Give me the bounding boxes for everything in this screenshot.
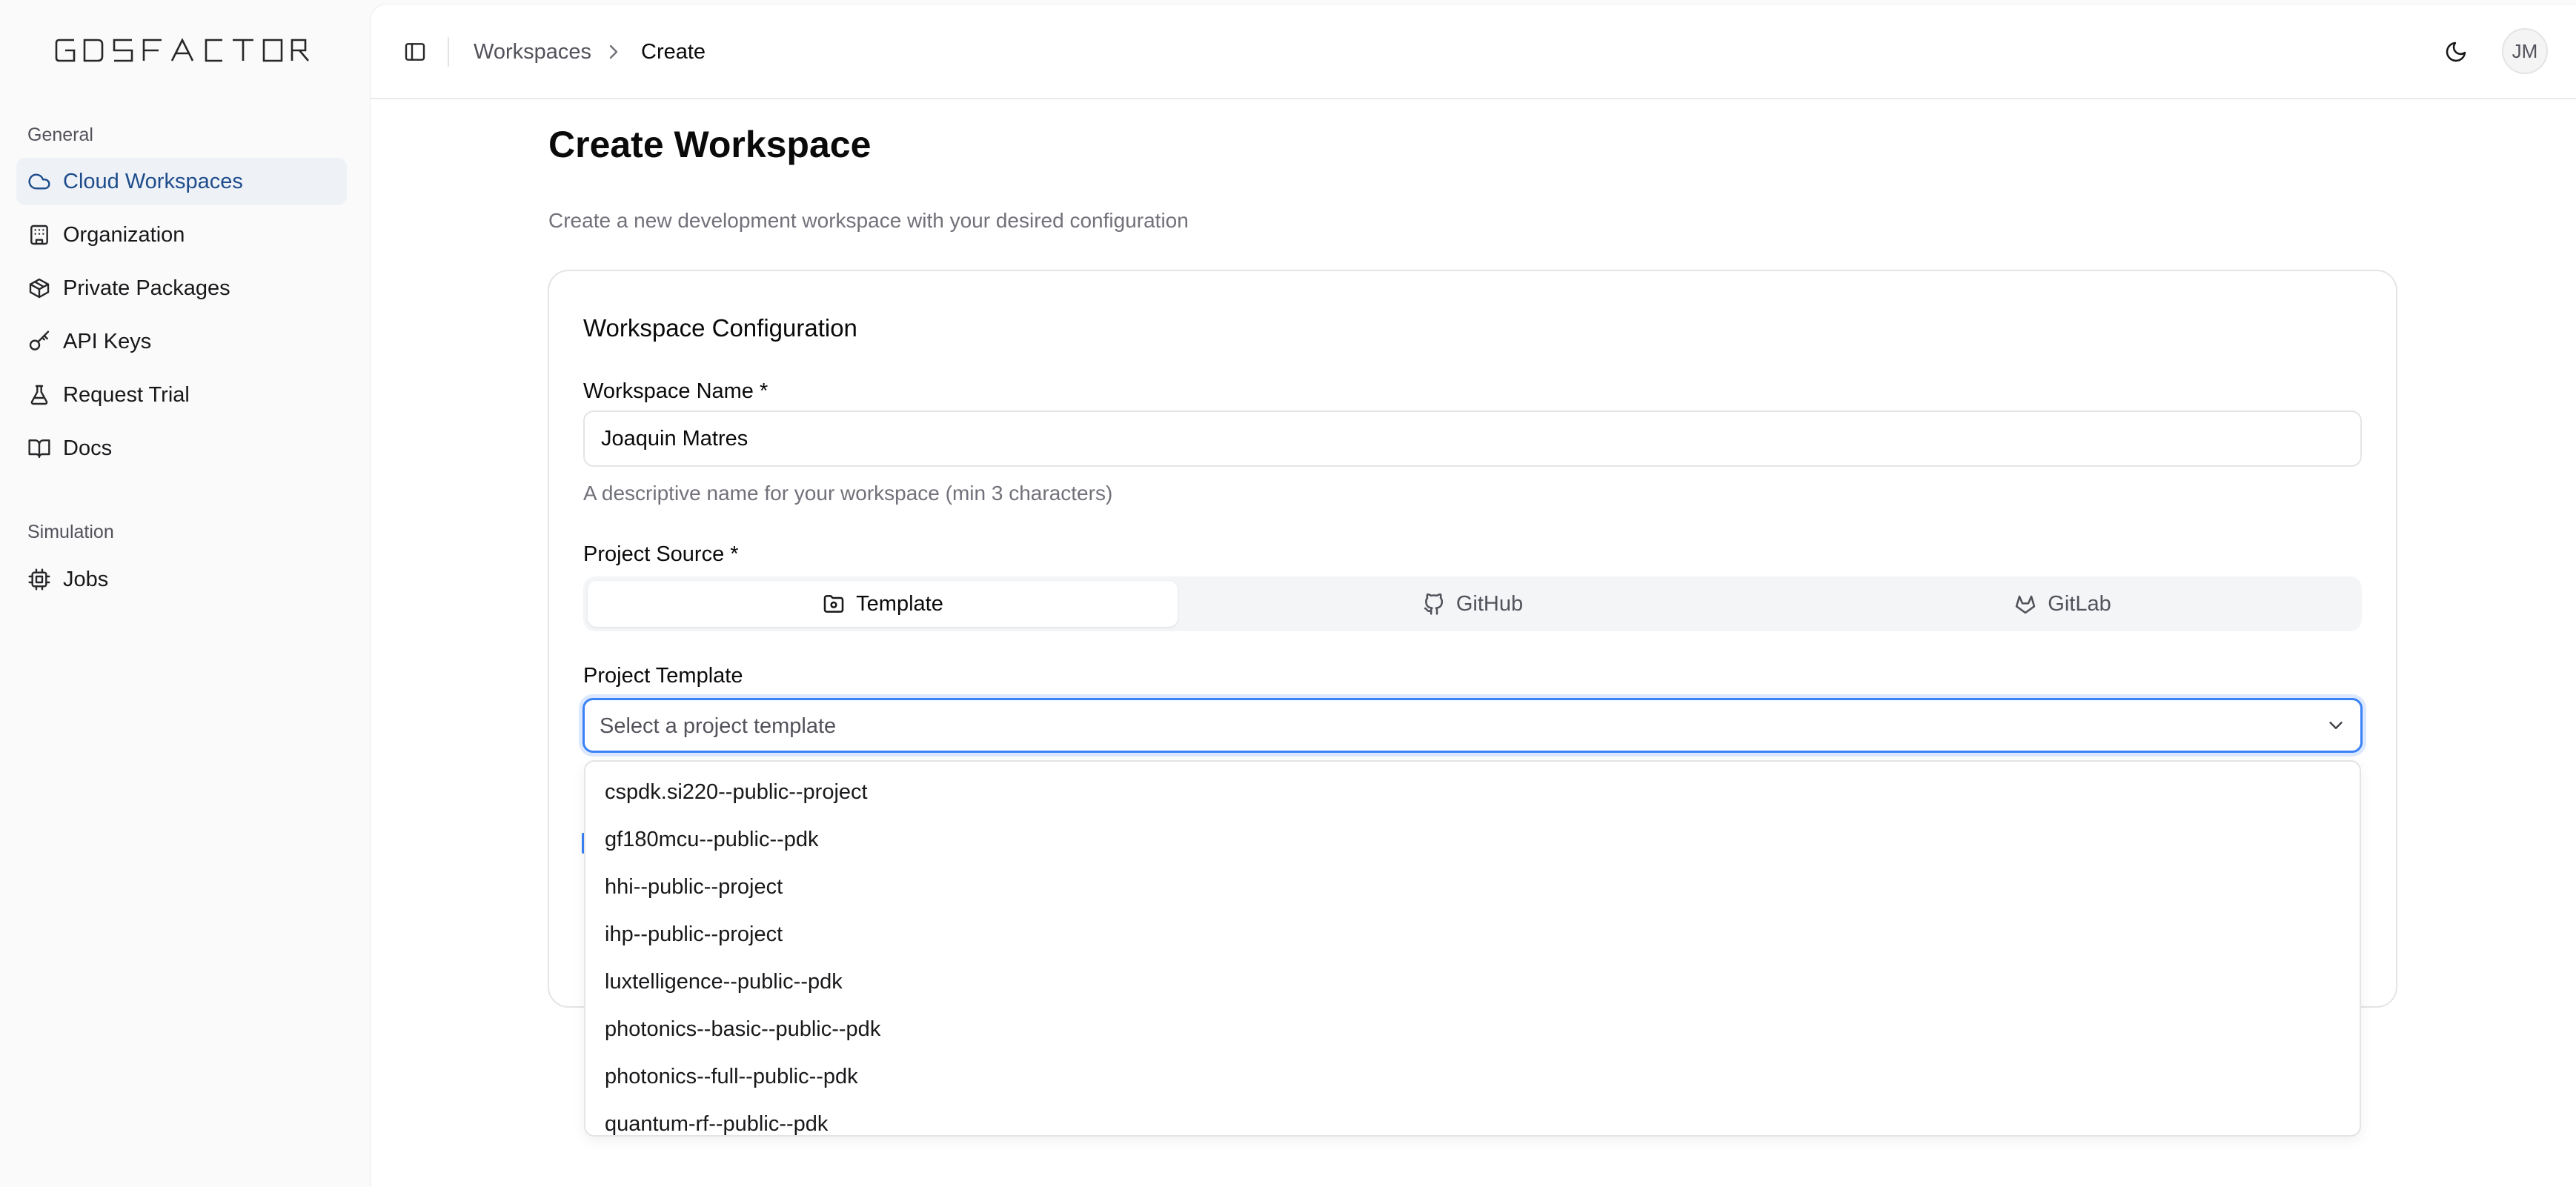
breadcrumb-create: Create <box>641 40 706 64</box>
sidebar-toggle-icon[interactable] <box>400 37 430 67</box>
template-option[interactable]: quantum-rf--public--pdk <box>585 1100 2360 1136</box>
sidebar-item-label: Request Trial <box>63 382 190 407</box>
book-open-icon <box>27 436 52 461</box>
workspace-name-help: A descriptive name for your workspace (m… <box>583 482 1113 505</box>
select-placeholder: Select a project template <box>600 714 837 738</box>
toolbar-divider <box>448 37 449 67</box>
main-panel: Workspaces Create JM Create Workspace Cr… <box>371 4 2576 1187</box>
github-icon <box>1424 593 1443 615</box>
sidebar-item-cloud-workspaces[interactable]: Cloud Workspaces <box>16 158 347 205</box>
tab-label: GitHub <box>1455 591 1524 616</box>
key-icon <box>27 329 52 354</box>
sidebar-item-organization[interactable]: Organization <box>16 211 347 259</box>
sidebar-item-label: Cloud Workspaces <box>63 169 243 193</box>
gdsfactory-logo[interactable] <box>55 33 310 68</box>
sidebar-item-docs[interactable]: Docs <box>16 425 347 472</box>
tab-gitlab[interactable]: GitLab <box>1767 581 2357 627</box>
sidebar-item-api-keys[interactable]: API Keys <box>16 318 347 365</box>
workspace-name-input[interactable]: Joaquin Matres <box>583 410 2362 467</box>
page-title: Create Workspace <box>548 124 872 165</box>
gitlab-icon <box>2015 595 2036 614</box>
tab-label: Template <box>856 591 943 616</box>
folder-icon <box>823 595 844 613</box>
breadcrumb-workspaces[interactable]: Workspaces <box>474 37 591 67</box>
sidebar-item-label: Jobs <box>63 567 109 591</box>
template-option[interactable]: photonics--basic--public--pdk <box>585 1005 2360 1053</box>
avatar[interactable]: JM <box>2502 28 2548 74</box>
template-option[interactable]: gf180mcu--public--pdk <box>585 816 2360 863</box>
top-bar: Workspaces Create JM <box>371 4 2576 99</box>
group-label-simulation: Simulation <box>27 522 114 542</box>
sidebar-item-label: Private Packages <box>63 276 230 300</box>
sidebar-item-private-packages[interactable]: Private Packages <box>16 265 347 312</box>
tab-github[interactable]: GitHub <box>1178 581 1767 627</box>
sidebar-item-label: Docs <box>63 436 113 460</box>
chevron-down-icon <box>2329 722 2343 729</box>
sidebar-item-label: Organization <box>63 222 185 247</box>
workspace-name-label: Workspace Name * <box>583 379 769 403</box>
tab-label: GitLab <box>2048 591 2111 616</box>
cpu-icon <box>27 567 52 592</box>
building-icon <box>27 222 52 247</box>
chevron-right-icon <box>602 40 625 64</box>
flask-icon <box>27 382 52 408</box>
moon-icon[interactable] <box>2441 37 2471 67</box>
project-source-tabs: Template GitHub GitLab <box>583 576 2362 631</box>
template-option[interactable]: hhi--public--project <box>585 863 2360 911</box>
sidebar-item-request-trial[interactable]: Request Trial <box>16 371 347 419</box>
project-source-label: Project Source * <box>583 542 739 566</box>
tab-template[interactable]: Template <box>588 581 1178 627</box>
sidebar: General Cloud Workspaces Organization Pr… <box>0 0 371 1187</box>
card-title: Workspace Configuration <box>583 314 857 342</box>
template-option[interactable]: ihp--public--project <box>585 911 2360 958</box>
template-option[interactable]: photonics--full--public--pdk <box>585 1053 2360 1100</box>
project-template-label: Project Template <box>583 664 743 688</box>
package-icon <box>27 276 52 301</box>
project-template-select[interactable]: Select a project template <box>582 698 2363 753</box>
project-template-dropdown: cspdk.si220--public--project gf180mcu--p… <box>584 760 2361 1137</box>
cloud-icon <box>27 169 52 194</box>
page-subtitle: Create a new development workspace with … <box>548 209 1189 232</box>
template-option[interactable]: luxtelligence--public--pdk <box>585 958 2360 1005</box>
sidebar-item-label: API Keys <box>63 329 152 353</box>
group-label-general: General <box>27 124 93 145</box>
template-option[interactable]: cspdk.si220--public--project <box>585 768 2360 816</box>
sidebar-item-jobs[interactable]: Jobs <box>16 556 347 603</box>
